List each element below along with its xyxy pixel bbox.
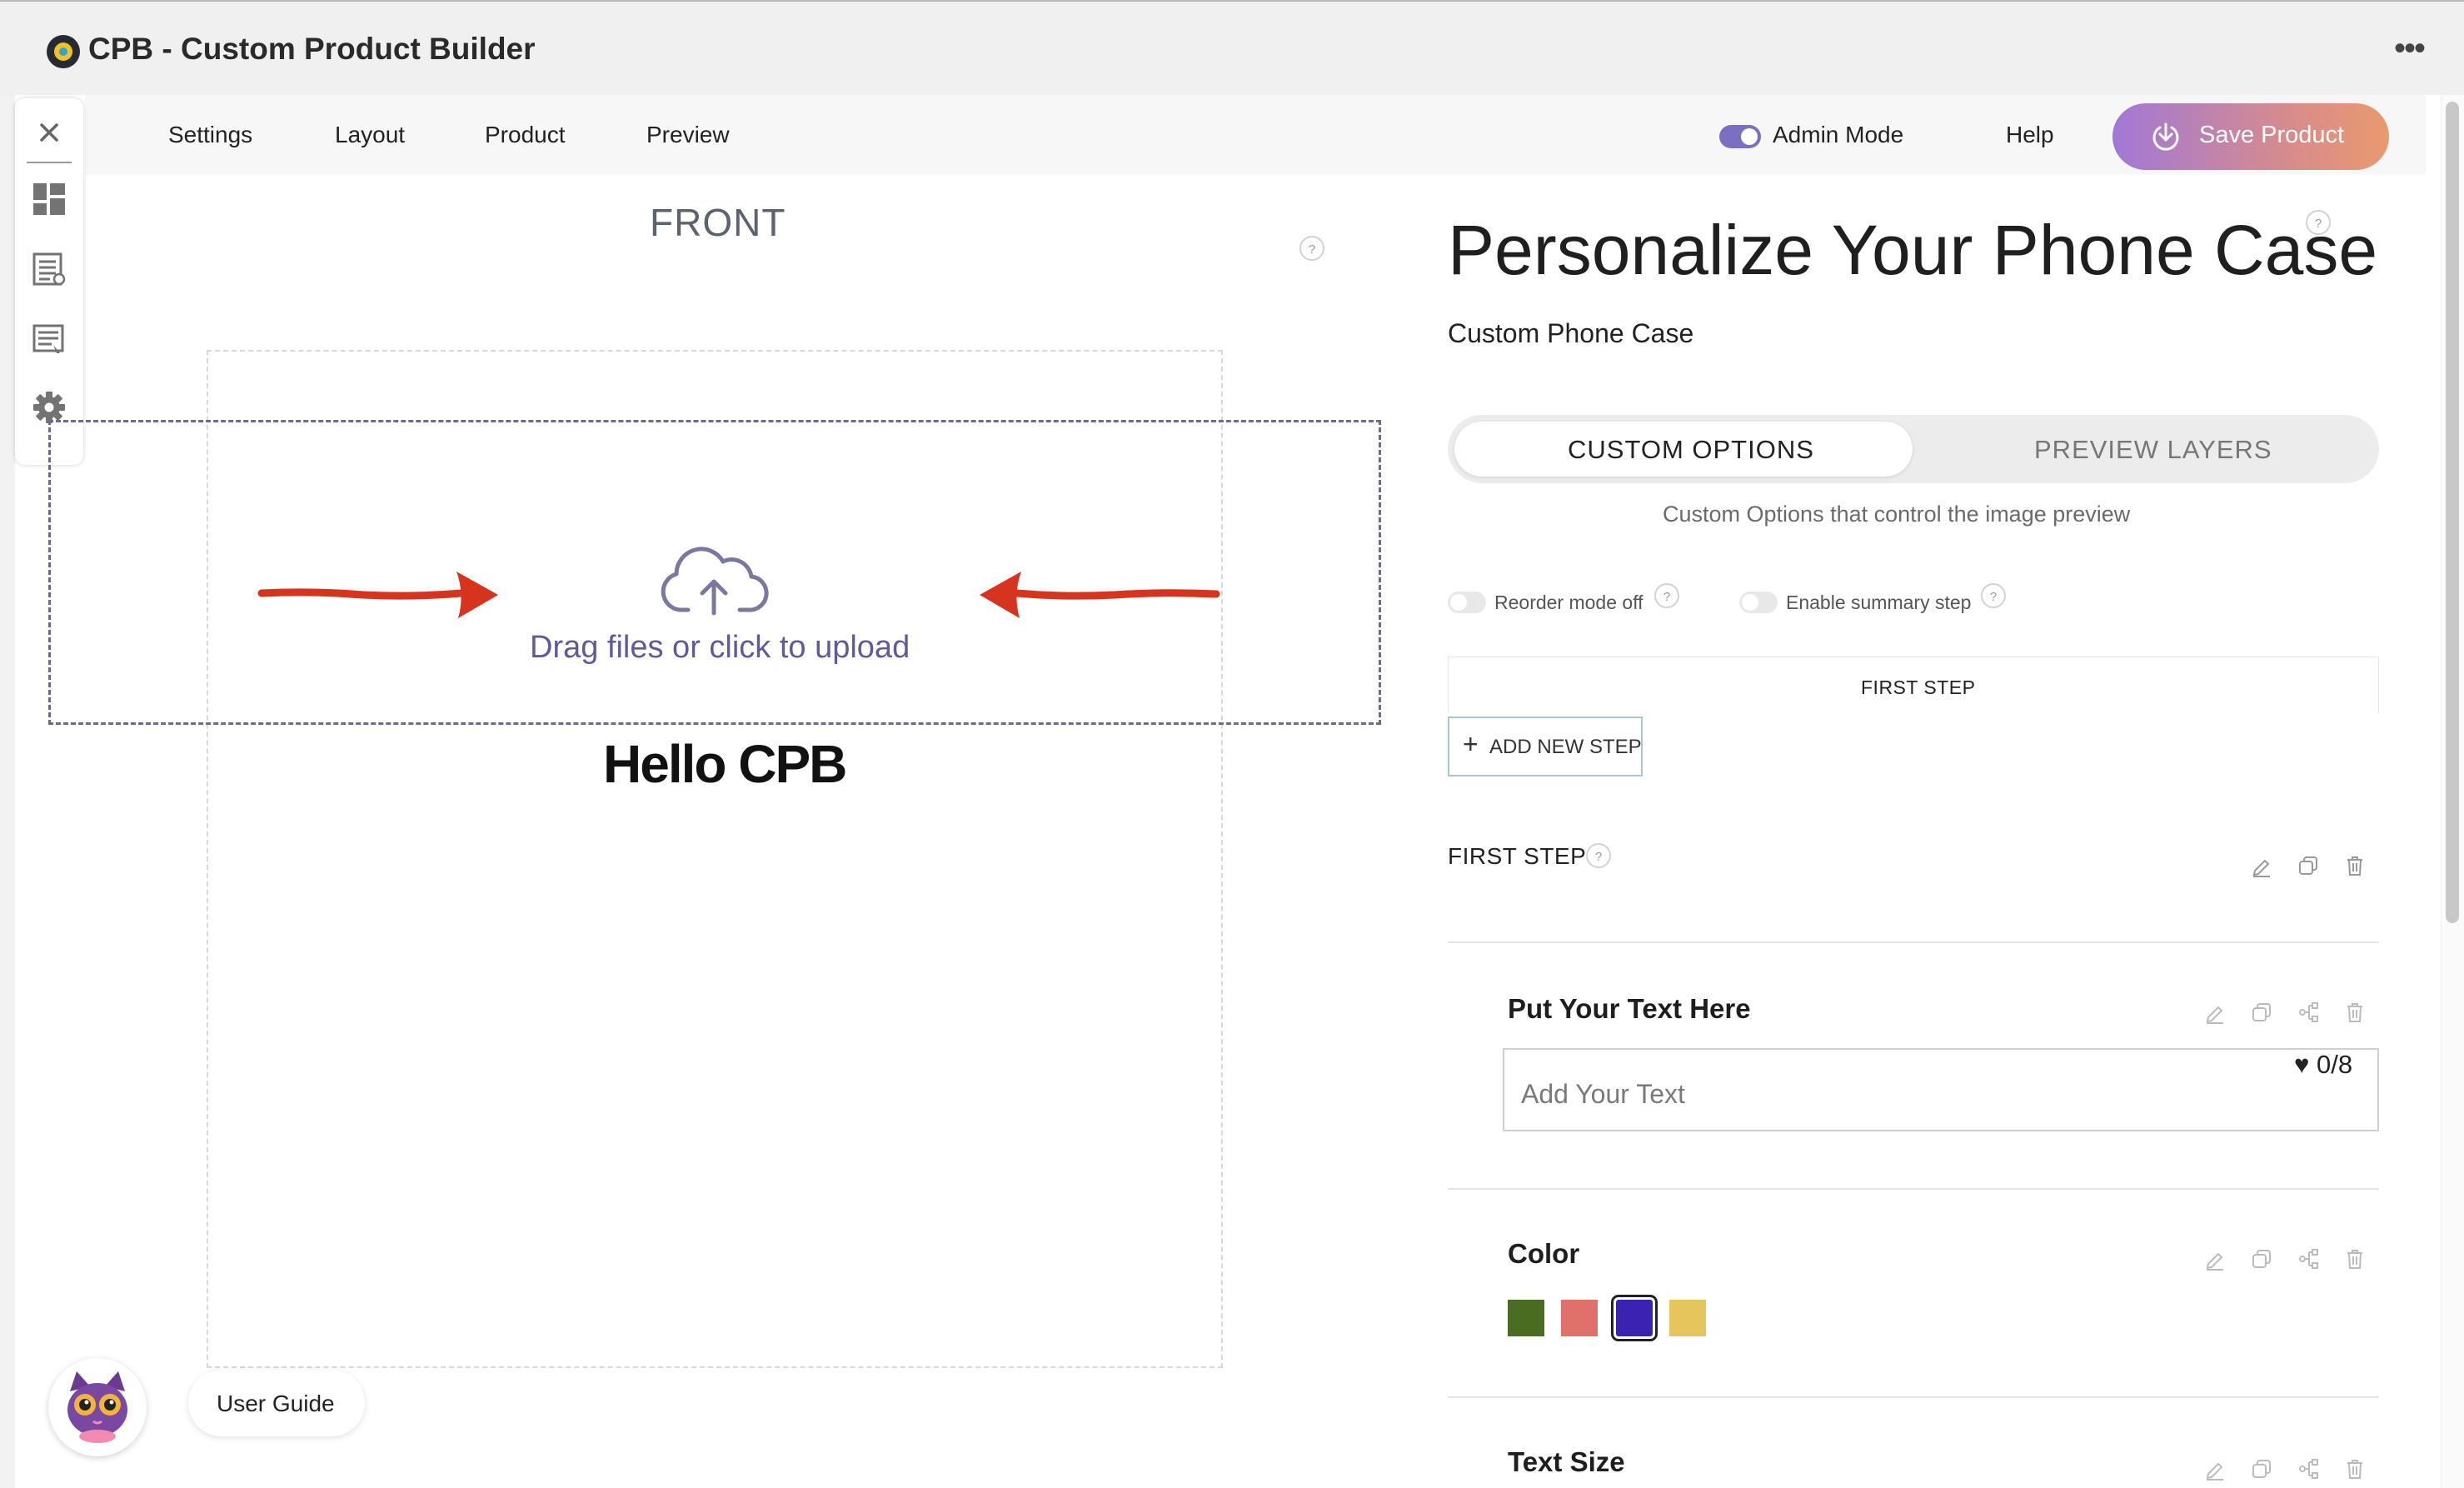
product-subtitle: Custom Phone Case [1448, 318, 1694, 348]
duplicate-icon[interactable] [2296, 853, 2321, 878]
side-label: FRONT [650, 201, 786, 244]
divider [1448, 1396, 2379, 1398]
color-field-label: Color [1508, 1238, 1580, 1269]
reorder-help-icon[interactable]: ? [1654, 583, 1679, 608]
color-swatch[interactable] [1561, 1300, 1598, 1336]
color-swatch[interactable] [1508, 1300, 1544, 1336]
admin-mode-label: Admin Mode [1773, 122, 1904, 147]
duplicate-icon[interactable] [2249, 1000, 2274, 1025]
nav-settings[interactable]: Settings [168, 122, 252, 148]
save-product-button[interactable]: Save Product [2112, 103, 2389, 170]
edit-icon[interactable] [2202, 1246, 2227, 1271]
link-icon[interactable] [2296, 1000, 2321, 1025]
duplicate-icon[interactable] [2249, 1456, 2274, 1481]
link-icon[interactable] [2296, 1456, 2321, 1481]
tab-custom-options[interactable]: CUSTOM OPTIONS [1568, 435, 1814, 465]
admin-mode-toggle[interactable] [1719, 125, 1761, 148]
reorder-mode-toggle[interactable] [1448, 592, 1486, 613]
summary-help-icon[interactable]: ? [1981, 583, 2006, 608]
left-arrow-icon [980, 572, 1220, 618]
more-horizontal-icon[interactable]: ••• [2394, 30, 2426, 67]
layout-icon[interactable] [32, 182, 67, 217]
color-swatch[interactable] [1611, 1295, 1658, 1341]
user-guide-button[interactable]: User Guide [188, 1370, 365, 1436]
upload-instructions: Drag files or click to upload [530, 630, 910, 665]
edit-icon[interactable] [2202, 1456, 2227, 1481]
nav-preview[interactable]: Preview [646, 122, 730, 148]
trash-icon[interactable] [2342, 1246, 2367, 1271]
text-field-label: Put Your Text Here [1508, 993, 1751, 1024]
trash-icon[interactable] [2342, 1456, 2367, 1481]
cloud-upload-icon [661, 547, 769, 616]
link-icon[interactable] [2296, 1246, 2321, 1271]
custom-text-input[interactable] [1503, 1048, 2379, 1131]
scrollbar-thumb[interactable] [2446, 102, 2459, 923]
steps-bar-item[interactable]: FIRST STEP [1861, 677, 1976, 699]
tab-preview-layers[interactable]: PREVIEW LAYERS [2034, 435, 2272, 465]
char-counter: ♥ 0/8 [2294, 1050, 2353, 1079]
text-size-field-label: Text Size [1508, 1446, 1625, 1477]
trash-icon[interactable] [2342, 853, 2367, 878]
list-icon[interactable] [32, 252, 67, 287]
image-list-icon[interactable] [32, 322, 67, 357]
right-arrow-icon [257, 572, 498, 618]
step-help-icon[interactable]: ? [1586, 843, 1611, 868]
product-title: Personalize Your Phone Case [1448, 211, 2378, 289]
nav-product[interactable]: Product [485, 122, 566, 148]
panel-description: Custom Options that control the image pr… [1663, 502, 2131, 527]
top-nav [85, 95, 2426, 175]
trash-icon[interactable] [2342, 1000, 2367, 1025]
add-new-step-label: ADD NEW STEP [1489, 736, 1642, 758]
cat-mascot-icon [67, 1371, 127, 1443]
download-icon [2152, 122, 2179, 151]
user-guide-avatar[interactable] [48, 1358, 147, 1456]
summary-step-label: Enable summary step [1786, 592, 1972, 613]
reorder-mode-label: Reorder mode off [1494, 592, 1643, 613]
step-title: FIRST STEP [1448, 843, 1587, 869]
plus-icon: + [1463, 729, 1479, 759]
user-guide-label: User Guide [217, 1391, 335, 1416]
nav-layout[interactable]: Layout [335, 122, 405, 148]
app-logo-icon [47, 35, 80, 68]
close-icon[interactable] [32, 115, 67, 150]
save-product-label: Save Product [2199, 122, 2345, 148]
color-swatch[interactable] [1669, 1300, 1706, 1336]
duplicate-icon[interactable] [2249, 1246, 2274, 1271]
divider [1448, 941, 2379, 943]
help-link[interactable]: Help [2006, 122, 2054, 148]
divider [1448, 1188, 2379, 1190]
left-sidebar [15, 98, 83, 465]
summary-step-toggle[interactable] [1739, 592, 1778, 613]
window-title: CPB - Custom Product Builder [88, 32, 536, 66]
preview-text: Hello CPB [603, 734, 847, 794]
add-new-step-button[interactable]: + ADD NEW STEP [1448, 717, 1643, 776]
title-help-icon[interactable]: ? [2306, 210, 2331, 235]
edit-icon[interactable] [2249, 853, 2274, 878]
edit-icon[interactable] [2202, 1000, 2227, 1025]
canvas-help-icon[interactable]: ? [1299, 236, 1324, 261]
sidebar-divider [27, 162, 72, 163]
